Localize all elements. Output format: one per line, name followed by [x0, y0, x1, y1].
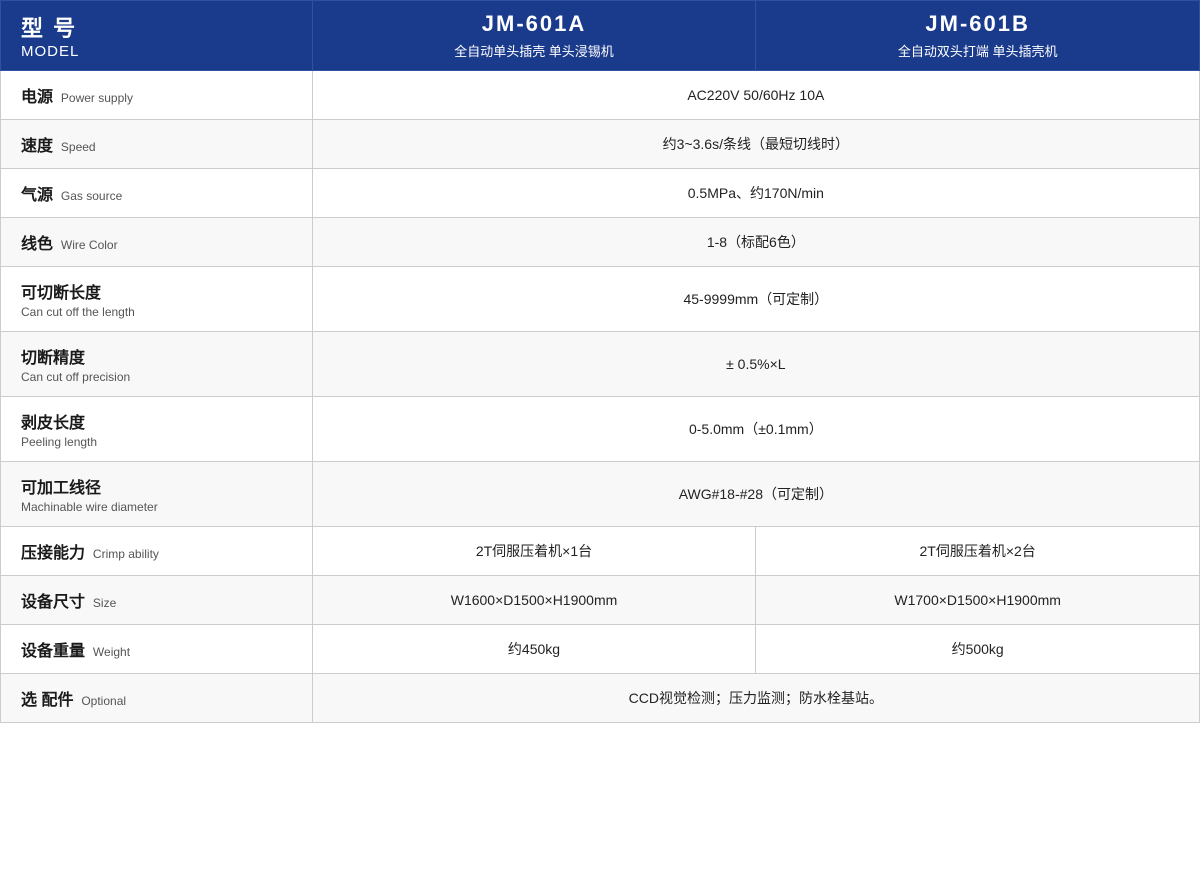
header-jm601b-main: JM-601B — [770, 11, 1185, 37]
label-zh-crimp: 压接能力 — [21, 545, 85, 562]
label-cell-gas: 气源 Gas source — [1, 169, 313, 218]
label-cell-speed: 速度 Speed — [1, 120, 313, 169]
label-en-wirediameter: Machinable wire diameter — [21, 500, 298, 514]
label-cell-cutlength: 可切断长度 Can cut off the length — [1, 267, 313, 332]
label-en-power: Power supply — [61, 91, 133, 105]
label-cell-crimp: 压接能力 Crimp ability — [1, 527, 313, 576]
label-cell-wirediameter: 可加工线径 Machinable wire diameter — [1, 462, 313, 527]
value-span-cutlength: 45-9999mm（可定制） — [312, 267, 1199, 332]
spec-table-container: 型 号 MODEL JM-601A 全自动单头插壳 单头浸锡机 JM-601B … — [0, 0, 1200, 723]
header-jm601a-main: JM-601A — [327, 11, 742, 37]
value-span-peellength: 0-5.0mm（±0.1mm） — [312, 397, 1199, 462]
label-en-wirecolor: Wire Color — [61, 238, 118, 252]
label-en-optional: Optional — [81, 694, 126, 708]
value-span-wirecolor: 1-8（标配6色） — [312, 218, 1199, 267]
label-zh-gas: 气源 — [21, 187, 53, 204]
value-a-crimp: 2T伺服压着机×1台 — [312, 527, 756, 576]
label-zh-optional: 选 配件 — [21, 692, 73, 709]
label-zh-cutprecision: 切断精度 — [21, 344, 298, 368]
table-row: 压接能力 Crimp ability 2T伺服压着机×1台2T伺服压着机×2台 — [1, 527, 1200, 576]
label-en-cutprecision: Can cut off precision — [21, 370, 298, 384]
value-span-optional: CCD视觉检测；压力监测；防水栓基站。 — [312, 674, 1199, 723]
header-model-en: MODEL — [21, 43, 298, 60]
label-zh-wirecolor: 线色 — [21, 236, 53, 253]
table-row: 切断精度 Can cut off precision ± 0.5%×L — [1, 332, 1200, 397]
value-span-wirediameter: AWG#18-#28（可定制） — [312, 462, 1199, 527]
value-b-weight: 约500kg — [756, 625, 1200, 674]
label-cell-wirecolor: 线色 Wire Color — [1, 218, 313, 267]
label-en-weight: Weight — [93, 645, 130, 659]
label-zh-cutlength: 可切断长度 — [21, 279, 298, 303]
table-row: 电源 Power supply AC220V 50/60Hz 10A — [1, 71, 1200, 120]
label-zh-weight: 设备重量 — [21, 643, 85, 660]
label-zh-wirediameter: 可加工线径 — [21, 474, 298, 498]
value-a-weight: 约450kg — [312, 625, 756, 674]
spec-table: 型 号 MODEL JM-601A 全自动单头插壳 单头浸锡机 JM-601B … — [0, 0, 1200, 723]
value-a-size: W1600×D1500×H1900mm — [312, 576, 756, 625]
label-en-crimp: Crimp ability — [93, 547, 159, 561]
table-row: 速度 Speed 约3~3.6s/条线（最短切线时） — [1, 120, 1200, 169]
table-row: 可切断长度 Can cut off the length 45-9999mm（可… — [1, 267, 1200, 332]
label-zh-speed: 速度 — [21, 138, 53, 155]
table-row: 剥皮长度 Peeling length 0-5.0mm（±0.1mm） — [1, 397, 1200, 462]
label-cell-weight: 设备重量 Weight — [1, 625, 313, 674]
table-row: 可加工线径 Machinable wire diameter AWG#18-#2… — [1, 462, 1200, 527]
label-cell-peellength: 剥皮长度 Peeling length — [1, 397, 313, 462]
table-row: 设备尺寸 Size W1600×D1500×H1900mmW1700×D1500… — [1, 576, 1200, 625]
header-jm601b-sub: 全自动双头打端 单头插壳机 — [770, 41, 1185, 60]
value-b-crimp: 2T伺服压着机×2台 — [756, 527, 1200, 576]
header-jm601a-sub: 全自动单头插壳 单头浸锡机 — [327, 41, 742, 60]
header-jm601a-cell: JM-601A 全自动单头插壳 单头浸锡机 — [312, 1, 756, 71]
value-span-power: AC220V 50/60Hz 10A — [312, 71, 1199, 120]
table-row: 选 配件 Optional CCD视觉检测；压力监测；防水栓基站。 — [1, 674, 1200, 723]
label-en-size: Size — [93, 596, 116, 610]
header-model-cell: 型 号 MODEL — [1, 1, 313, 71]
label-en-cutlength: Can cut off the length — [21, 305, 298, 319]
label-en-speed: Speed — [61, 140, 96, 154]
value-span-gas: 0.5MPa、约170N/min — [312, 169, 1199, 218]
label-zh-peellength: 剥皮长度 — [21, 409, 298, 433]
value-span-speed: 约3~3.6s/条线（最短切线时） — [312, 120, 1199, 169]
table-row: 气源 Gas source 0.5MPa、约170N/min — [1, 169, 1200, 218]
label-zh-power: 电源 — [21, 89, 53, 106]
label-cell-cutprecision: 切断精度 Can cut off precision — [1, 332, 313, 397]
header-model-zh: 型 号 — [21, 11, 298, 43]
label-cell-power: 电源 Power supply — [1, 71, 313, 120]
table-row: 线色 Wire Color 1-8（标配6色） — [1, 218, 1200, 267]
value-span-cutprecision: ± 0.5%×L — [312, 332, 1199, 397]
label-zh-size: 设备尺寸 — [21, 594, 85, 611]
header-jm601b-cell: JM-601B 全自动双头打端 单头插壳机 — [756, 1, 1200, 71]
table-row: 设备重量 Weight 约450kg约500kg — [1, 625, 1200, 674]
label-cell-optional: 选 配件 Optional — [1, 674, 313, 723]
value-b-size: W1700×D1500×H1900mm — [756, 576, 1200, 625]
label-en-gas: Gas source — [61, 189, 122, 203]
label-cell-size: 设备尺寸 Size — [1, 576, 313, 625]
table-header-row: 型 号 MODEL JM-601A 全自动单头插壳 单头浸锡机 JM-601B … — [1, 1, 1200, 71]
label-en-peellength: Peeling length — [21, 435, 298, 449]
